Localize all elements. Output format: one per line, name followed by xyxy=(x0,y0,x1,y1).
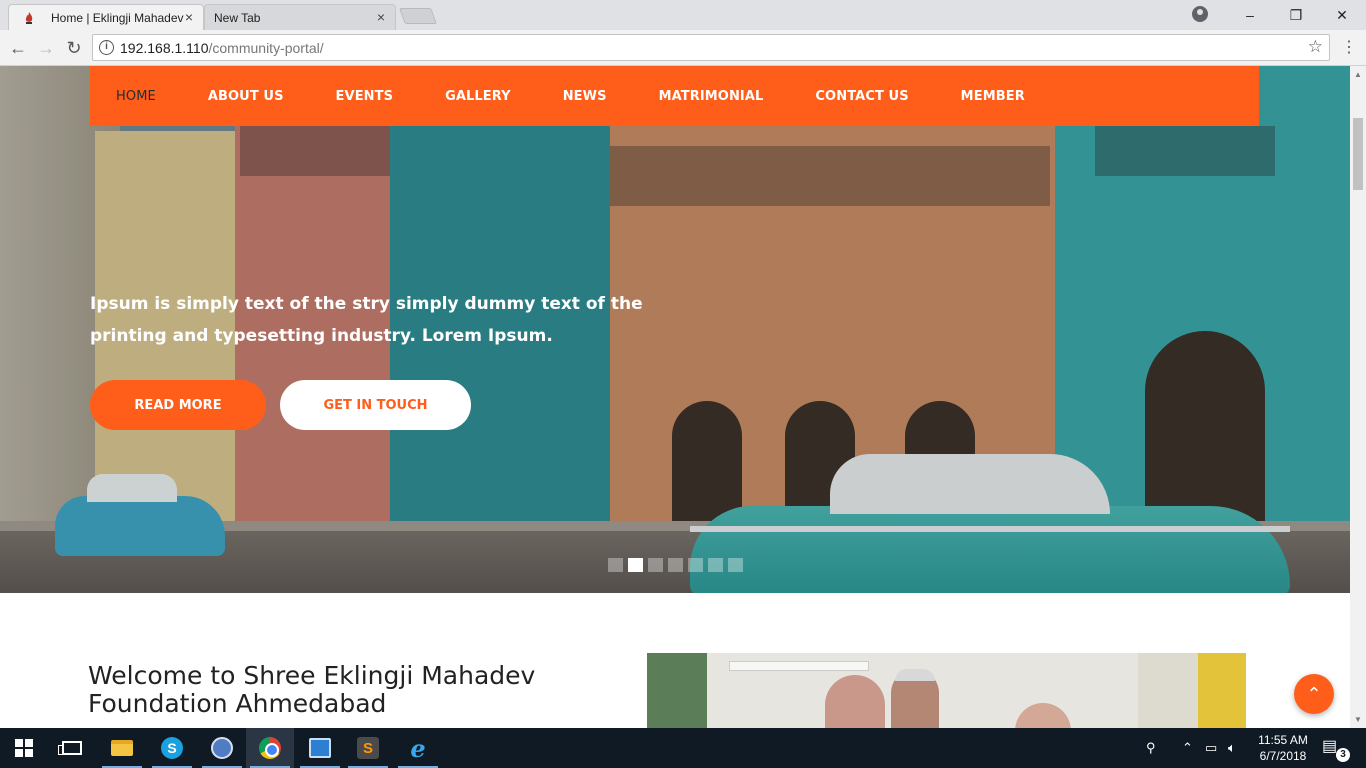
scroll-up-arrow-icon[interactable]: ▲ xyxy=(1354,70,1362,79)
teamviewer-icon xyxy=(309,738,331,758)
url-text[interactable]: 192.168.1.110/community-portal/ xyxy=(120,40,324,56)
slider-dot[interactable] xyxy=(608,558,623,572)
chrome-icon xyxy=(259,737,281,759)
sublime-text-button[interactable]: S xyxy=(344,728,392,768)
windows-logo-icon xyxy=(15,739,33,757)
skype-icon: S xyxy=(161,737,183,759)
start-button[interactable] xyxy=(0,728,48,768)
scroll-thumb[interactable] xyxy=(1353,118,1363,190)
action-center-icon[interactable]: ▤ 3 xyxy=(1322,736,1350,762)
slider-dot[interactable] xyxy=(708,558,723,572)
read-more-button[interactable]: READ MORE xyxy=(90,380,266,430)
nav-item-home[interactable]: HOME xyxy=(116,89,156,104)
internet-explorer-icon: e xyxy=(410,733,426,763)
clock-date: 6/7/2018 xyxy=(1259,749,1307,763)
task-view-button[interactable] xyxy=(48,728,96,768)
page-scrollbar[interactable]: ▲ ▼ xyxy=(1350,66,1366,728)
browser-menu-icon[interactable]: ⋮ xyxy=(1341,38,1357,58)
back-button[interactable]: ← xyxy=(6,36,30,60)
taskbar-clock[interactable]: 11:55 AM 6/7/2018 xyxy=(1252,732,1314,764)
bookmark-star-icon[interactable]: ☆ xyxy=(1308,37,1323,57)
get-in-touch-button[interactable]: GET IN TOUCH xyxy=(280,380,471,430)
scroll-down-arrow-icon[interactable]: ▼ xyxy=(1354,715,1362,724)
teamviewer-button[interactable] xyxy=(296,728,344,768)
nav-item-gallery[interactable]: GALLERY xyxy=(445,89,511,104)
network-icon[interactable]: ▭ xyxy=(1205,728,1217,768)
close-window-button[interactable]: ✕ xyxy=(1319,0,1365,30)
nav-item-member[interactable]: MEMBER xyxy=(961,89,1025,104)
maximize-button[interactable]: ❐ xyxy=(1273,0,1319,30)
tab-close-icon[interactable]: × xyxy=(377,9,385,25)
tab-new[interactable]: New Tab × xyxy=(204,4,396,30)
nav-item-matrimonial[interactable]: MATRIMONIAL xyxy=(659,89,764,104)
hero-slider: Ipsum is simply text of the stry simply … xyxy=(0,66,1350,593)
skype-button[interactable]: S xyxy=(148,728,196,768)
url-host: 192.168.1.110 xyxy=(120,40,209,56)
mail-app-button[interactable] xyxy=(198,728,246,768)
info-icon[interactable]: i xyxy=(99,40,114,55)
welcome-heading: Welcome to Shree Eklingji Mahadev Founda… xyxy=(88,661,536,718)
chrome-button[interactable] xyxy=(246,728,294,768)
slider-dot[interactable] xyxy=(628,558,643,572)
address-bar[interactable]: i 192.168.1.110/community-portal/ ☆ xyxy=(92,34,1330,61)
forward-button[interactable]: → xyxy=(34,36,58,60)
main-nav: HOME ABOUT US EVENTS GALLERY NEWS MATRIMONIAL… xyxy=(90,66,1259,126)
slider-dot[interactable] xyxy=(688,558,703,572)
nav-item-about-us[interactable]: ABOUT US xyxy=(208,89,284,104)
scroll-to-top-button[interactable]: ⌃ xyxy=(1294,674,1334,714)
notification-badge: 3 xyxy=(1336,748,1350,762)
slider-dots xyxy=(608,558,743,572)
new-tab-button[interactable] xyxy=(399,8,437,24)
flame-favicon-icon xyxy=(25,12,33,24)
tab-close-icon[interactable]: × xyxy=(185,9,193,25)
sublime-text-icon: S xyxy=(357,737,379,759)
chevron-up-icon[interactable]: ⌃ xyxy=(1182,728,1193,768)
internet-explorer-button[interactable]: e xyxy=(394,728,442,768)
tab-home[interactable]: Home | Eklingji Mahadev × xyxy=(8,4,204,30)
tab-title: New Tab xyxy=(214,10,261,25)
people-icon[interactable]: ⚲ xyxy=(1146,728,1156,768)
mail-app-icon xyxy=(211,737,233,759)
folder-icon xyxy=(111,740,133,756)
welcome-photo xyxy=(647,653,1246,728)
nav-item-news[interactable]: NEWS xyxy=(563,89,607,104)
slider-dot[interactable] xyxy=(668,558,683,572)
nav-item-contact-us[interactable]: CONTACT US xyxy=(815,89,908,104)
slider-dot[interactable] xyxy=(728,558,743,572)
profile-icon[interactable] xyxy=(1192,6,1208,22)
file-explorer-button[interactable] xyxy=(98,728,146,768)
tab-strip: Home | Eklingji Mahadev × New Tab × – ❐ … xyxy=(0,0,1366,30)
slider-dot[interactable] xyxy=(648,558,663,572)
volume-icon[interactable]: 🔈︎ xyxy=(1228,728,1236,768)
page-viewport: Ipsum is simply text of the stry simply … xyxy=(0,66,1350,728)
reload-button[interactable]: ↻ xyxy=(62,36,86,60)
clock-time: 11:55 AM xyxy=(1258,733,1308,747)
url-path: /community-portal/ xyxy=(208,40,324,56)
browser-toolbar: ← → ↻ i 192.168.1.110/community-portal/ … xyxy=(0,30,1366,66)
nav-item-events[interactable]: EVENTS xyxy=(336,89,394,104)
minimize-button[interactable]: – xyxy=(1227,0,1273,30)
hero-tagline: Ipsum is simply text of the stry simply … xyxy=(90,294,643,346)
task-view-icon xyxy=(58,741,82,755)
tab-title: Home | Eklingji Mahadev xyxy=(51,10,184,25)
windows-taskbar: S S e ⚲ ⌃ ▭ 🔈︎ 11:55 AM 6/7/2018 ▤ 3 xyxy=(0,728,1366,768)
